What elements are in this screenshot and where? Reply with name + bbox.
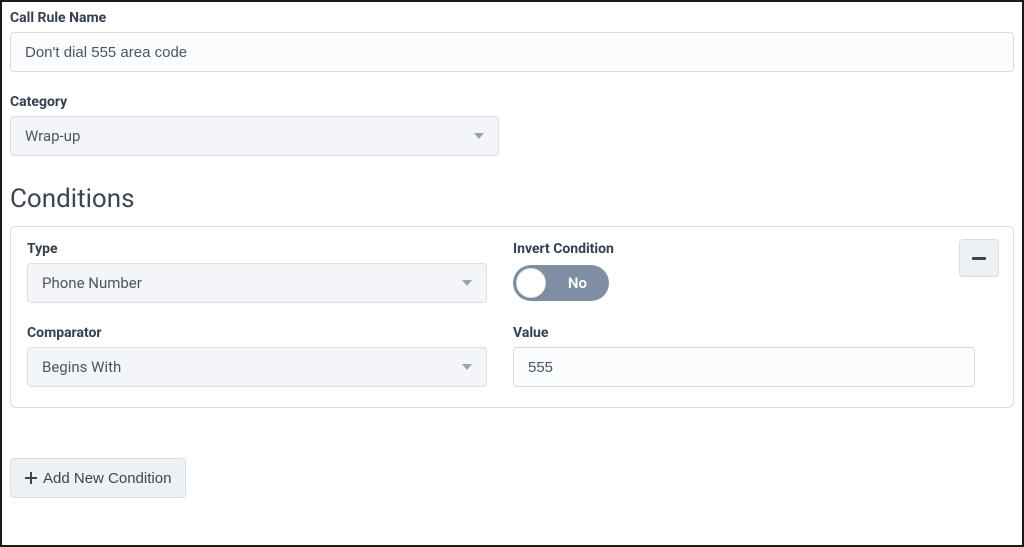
toggle-state-label: No [568, 274, 587, 292]
label-value: Value [513, 325, 975, 341]
add-condition-button[interactable]: Add New Condition [10, 458, 186, 498]
type-select-value: Phone Number [42, 274, 142, 292]
chevron-down-icon [462, 280, 472, 286]
label-category: Category [10, 94, 1014, 110]
label-call-rule-name: Call Rule Name [10, 10, 1014, 26]
chevron-down-icon [474, 133, 484, 139]
remove-condition-button[interactable] [959, 239, 999, 277]
condition-card: Type Phone Number Invert Condition No Co… [10, 226, 1014, 408]
category-select-value: Wrap-up [25, 127, 80, 145]
form-frame: Call Rule Name Category Wrap-up Conditio… [0, 0, 1024, 547]
label-invert-condition: Invert Condition [513, 241, 975, 257]
label-type: Type [27, 241, 489, 257]
comparator-select-value: Begins With [42, 358, 121, 376]
comparator-select[interactable]: Begins With [27, 347, 487, 387]
conditions-heading: Conditions [10, 184, 1014, 214]
add-condition-label: Add New Condition [43, 470, 171, 487]
minus-icon [972, 257, 986, 260]
label-comparator: Comparator [27, 325, 489, 341]
call-rule-name-input[interactable] [10, 32, 1014, 72]
toggle-knob [516, 268, 546, 298]
chevron-down-icon [462, 364, 472, 370]
type-select[interactable]: Phone Number [27, 263, 487, 303]
category-select[interactable]: Wrap-up [10, 116, 499, 156]
plus-icon [25, 472, 37, 484]
value-input[interactable] [513, 347, 975, 387]
invert-condition-toggle[interactable]: No [513, 265, 609, 301]
